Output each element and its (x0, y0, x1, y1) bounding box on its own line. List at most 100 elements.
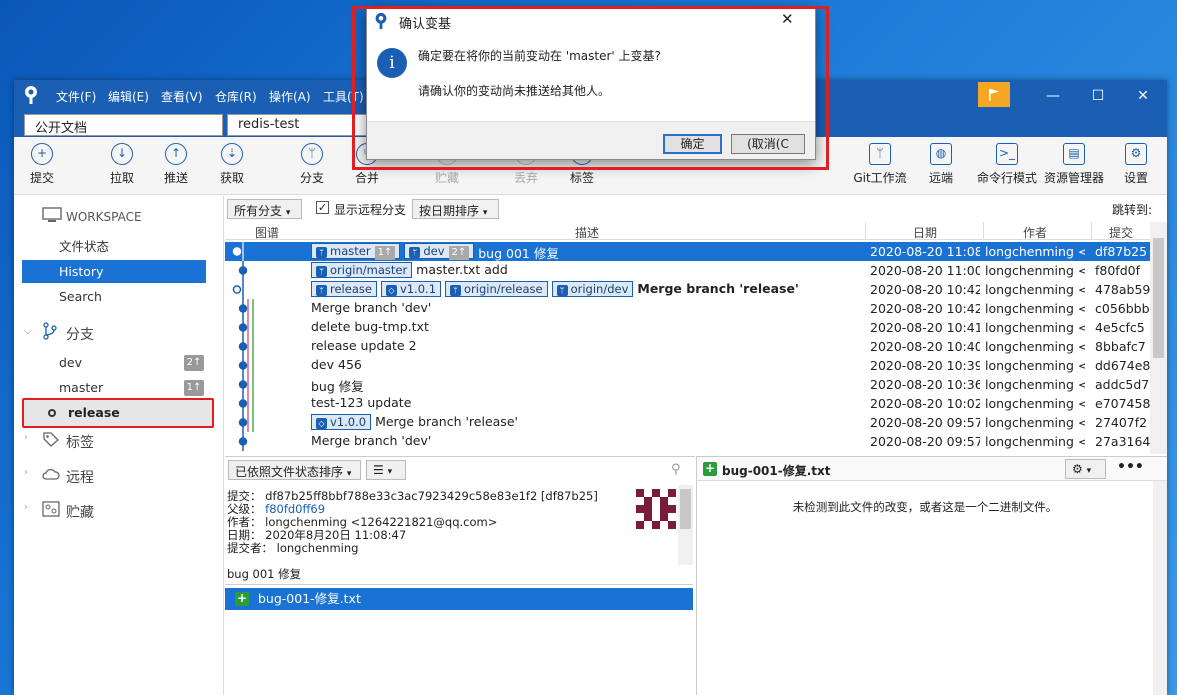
commit-row[interactable]: Merge branch 'dev' 2020-08-20 10:42 longch… (225, 299, 1150, 318)
branch-icon: ᛘ (556, 285, 568, 296)
commit-row[interactable]: ᛘ origin/master master.txt add 2020-08-20 1… (225, 261, 1150, 280)
menu-item[interactable]: 仓库(R) (215, 88, 257, 105)
chevron-right-icon[interactable]: › (24, 502, 28, 513)
scrollbar-thumb[interactable] (1153, 238, 1164, 358)
tags-header[interactable]: 标签 (66, 432, 94, 452)
toolbar-button[interactable]: ᛘ 分支 (284, 143, 340, 186)
chevron-right-icon[interactable]: › (24, 467, 28, 478)
ref-name: origin/release (464, 282, 543, 296)
maximize-button[interactable]: ☐ (1083, 85, 1113, 107)
branch-filter-select[interactable]: 所有分支 ▾ (227, 199, 302, 219)
details-scrollbar[interactable] (678, 485, 693, 565)
branch-name: master (59, 380, 104, 395)
toolbar-button[interactable]: ◍ 远端 (913, 143, 969, 186)
graph-node-icon (231, 318, 291, 337)
ref-label[interactable]: ◇ v1.0.1 (380, 281, 442, 297)
close-button[interactable]: ✕ (1128, 85, 1158, 107)
stashes-header[interactable]: 贮藏 (66, 502, 94, 522)
jump-to-label[interactable]: 跳转到: (1112, 201, 1152, 218)
diff-scrollbar[interactable] (1153, 481, 1167, 695)
toolbar-label: 分支 (299, 171, 324, 185)
menu-item[interactable]: 操作(A) (269, 88, 311, 105)
ref-label[interactable]: ᛘ dev 2↑ (404, 243, 475, 260)
changed-file-row[interactable]: + bug-001-修复.txt (225, 588, 693, 610)
sidebar-item-history[interactable]: History (22, 260, 206, 283)
toolbar-button[interactable]: ⚙ 设置 (1108, 143, 1164, 186)
branch-name: release (68, 405, 120, 420)
ref-label[interactable]: ◇ v1.0.0 (311, 414, 372, 430)
commit-date: 2020-08-20 10:42 (870, 282, 980, 297)
commit-label: 提交： (227, 489, 262, 503)
menu-item[interactable]: 查看(V) (161, 88, 203, 105)
tab-public-docs[interactable]: 公开文档 (24, 114, 223, 136)
more-icon[interactable]: ••• (1117, 459, 1144, 475)
commit-row[interactable]: bug 修复 2020-08-20 10:36 longchenming < addc… (225, 375, 1150, 394)
branch-icon: ᛘ (316, 285, 327, 296)
commit-row[interactable]: release update 2 2020-08-20 10:40 longchen… (225, 337, 1150, 356)
diff-options-select[interactable]: ⚙ ▾ (1065, 459, 1106, 479)
ref-label[interactable]: ᛘ origin/dev (551, 281, 634, 297)
toolbar-button[interactable]: ⇣ 获取 (204, 143, 260, 186)
toolbar-button[interactable]: ᛘ Git工作流 (852, 143, 908, 186)
toolbar-button[interactable]: + 提交 (14, 143, 70, 186)
toolbar-label: 丢弃 (513, 171, 538, 185)
view-mode-select[interactable]: ☰ ▾ (366, 460, 406, 480)
search-icon[interactable]: ⚲ (671, 462, 681, 477)
commit-row[interactable]: dev 456 2020-08-20 10:39 longchenming < dd6… (225, 356, 1150, 375)
menu-item[interactable]: 编辑(E) (108, 88, 149, 105)
commit-message: bug 001 修复 (478, 246, 559, 261)
commit-hash: 4e5cfc5 (1095, 320, 1145, 335)
committer-label: 提交者： (227, 541, 273, 555)
toolbar-button[interactable]: >_ 命令行模式 (974, 143, 1040, 186)
ahead-badge: 2↑ (184, 355, 204, 371)
ref-label[interactable]: ᛘ origin/master (311, 262, 413, 278)
ref-label[interactable]: ᛘ origin/release (445, 281, 548, 297)
graph-node-icon (231, 394, 291, 413)
branch-icon: ᛘ (450, 285, 462, 296)
file-sort-select[interactable]: 已依照文件状态排序 ▾ (228, 460, 361, 480)
parent-link[interactable]: f80fd0ff69 (265, 502, 325, 516)
commit-row[interactable]: ᛘ master 1↑ ᛘ dev 2↑ bug 001 修复 2020-08-20 11:0… (225, 242, 1150, 261)
commit-row[interactable]: delete bug-tmp.txt 2020-08-20 10:41 longch… (225, 318, 1150, 337)
flag-icon[interactable] (978, 82, 1010, 107)
chevron-down-icon[interactable]: ⌵ (24, 326, 32, 337)
commit-message: Merge branch 'release' (375, 414, 518, 429)
branches-header[interactable]: 分支 (66, 324, 94, 344)
changed-file-name: bug-001-修复.txt (258, 591, 361, 606)
branch-icon: ᛘ (301, 143, 323, 165)
commit-message: delete bug-tmp.txt (311, 319, 429, 334)
branch-item-dev[interactable]: dev 2↑ (22, 351, 206, 374)
commit-date: 2020-08-20 09:57 (870, 415, 980, 430)
chevron-right-icon[interactable]: › (24, 432, 28, 443)
branch-item-release[interactable]: release (22, 398, 214, 428)
tab-redis-test[interactable]: redis-test (227, 114, 367, 136)
commit-row[interactable]: ᛘ release ◇ v1.0.1 ᛘ origin/release ᛘ origin/de… (225, 280, 1150, 299)
author-label: 作者： (227, 515, 262, 529)
sidebar-item-search[interactable]: Search (22, 285, 206, 308)
graph-node-icon (231, 413, 291, 432)
commit-hash: addc5d7 (1095, 377, 1150, 392)
commit-author: longchenming < (985, 434, 1085, 449)
ref-label[interactable]: ᛘ release (311, 281, 377, 297)
app-logo-icon (23, 85, 39, 105)
toolbar-button[interactable]: ▤ 资源管理器 (1041, 143, 1107, 186)
menu-item[interactable]: 文件(F) (56, 88, 96, 105)
commit-row[interactable]: ◇ v1.0.0 Merge branch 'release' 2020-08-20 … (225, 413, 1150, 432)
minimize-button[interactable]: — (1038, 85, 1068, 107)
toolbar-label: 推送 (163, 171, 188, 185)
commit-row[interactable]: test-123 update 2020-08-20 10:02 longchenm… (225, 394, 1150, 413)
commit-row[interactable]: Merge branch 'dev' 2020-08-20 09:57 longch… (225, 432, 1150, 451)
commit-hash: f80fd0f (1095, 263, 1140, 278)
ahead-count: 1↑ (374, 246, 396, 260)
ref-label[interactable]: ᛘ master 1↑ (311, 243, 401, 260)
show-remote-checkbox[interactable]: ✓ (316, 201, 329, 214)
remotes-header[interactable]: 远程 (66, 467, 94, 487)
toolbar-button[interactable]: ↓ 拉取 (94, 143, 150, 186)
toolbar-button[interactable]: ↑ 推送 (148, 143, 204, 186)
branch-item-master[interactable]: master 1↑ (22, 376, 206, 399)
sort-select[interactable]: 按日期排序 ▾ (412, 199, 499, 219)
date-label: 日期： (227, 528, 262, 542)
branch-icon (42, 322, 58, 343)
commit-hash: dd674e8 (1095, 358, 1150, 373)
sidebar-item-file-status[interactable]: 文件状态 (22, 235, 206, 258)
